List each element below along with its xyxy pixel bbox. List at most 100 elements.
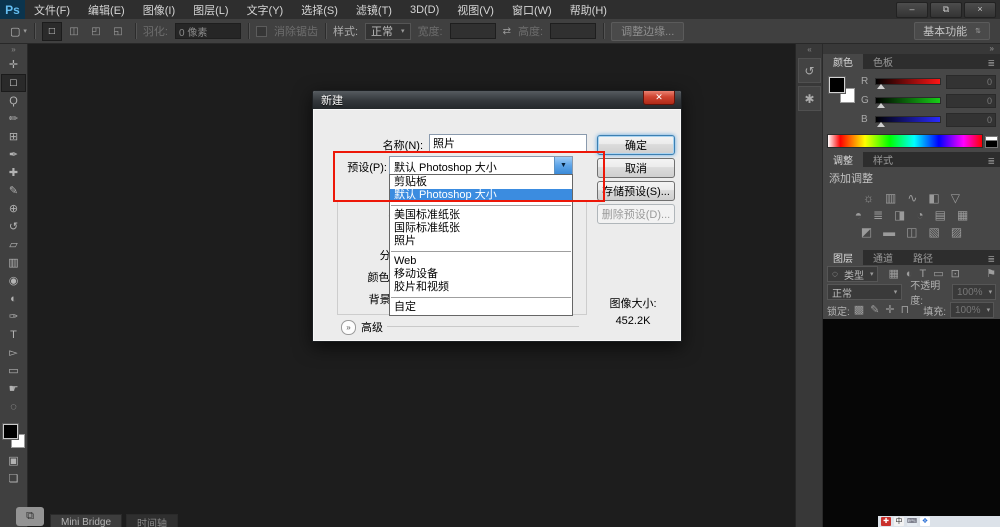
advanced-section-toggle[interactable]: » 高级 [341, 319, 383, 335]
subtract-selection-mode[interactable]: ◰ [86, 22, 106, 41]
dodge-tool[interactable]: ◐ [1, 290, 26, 308]
type-tool[interactable]: T [1, 326, 26, 344]
foreground-color-swatch[interactable] [829, 77, 845, 93]
ok-button[interactable]: 确定 [597, 135, 675, 155]
workspace-switcher[interactable]: 基本功能 ⇅ [914, 22, 990, 40]
clone-stamp-tool[interactable]: ⊕ [1, 200, 26, 218]
adjustment-icon-0-3[interactable]: ◧ [928, 191, 939, 206]
lock-icon-0[interactable]: ▩ [854, 304, 864, 316]
adjustment-icon-0-1[interactable]: ▥ [885, 191, 896, 206]
channel-value[interactable]: 0 [946, 74, 996, 89]
brush-tool[interactable]: ✎ [1, 182, 26, 200]
bottom-tab-时间轴[interactable]: 时间轴 [126, 514, 179, 527]
swap-dimensions-icon[interactable]: ⇄ [503, 26, 511, 37]
restore-button[interactable]: ⧉ [930, 1, 962, 18]
slider-thumb-icon[interactable] [877, 122, 885, 127]
channel-slider[interactable] [875, 78, 941, 89]
quick-selection-tool[interactable]: ✏ [1, 110, 26, 128]
height-input[interactable] [550, 23, 597, 39]
antialias-checkbox[interactable] [255, 25, 267, 37]
adjustment-icon-1-5[interactable]: ▦ [957, 208, 968, 223]
preset-option[interactable]: 移动设备 [390, 268, 572, 281]
preset-option[interactable]: 默认 Photoshop 大小 [390, 189, 572, 202]
ime-red-icon[interactable]: ✚ [881, 517, 891, 526]
panel-menu-icon[interactable]: ≣ [987, 156, 1000, 167]
new-selection-mode[interactable]: □ [41, 21, 62, 41]
color-swatches[interactable] [2, 424, 25, 448]
tab-颜色[interactable]: 颜色 [823, 54, 863, 69]
preset-option[interactable]: 胶片和视频 [390, 281, 572, 294]
black-swatch[interactable] [985, 140, 998, 148]
tab-路径[interactable]: 路径 [903, 250, 943, 265]
tab-色板[interactable]: 色板 [863, 54, 903, 69]
healing-brush-tool[interactable]: ✚ [1, 164, 26, 182]
color-spectrum-ramp[interactable] [827, 134, 983, 148]
adjustment-icon-2-1[interactable]: ▬ [883, 225, 895, 240]
channel-value[interactable]: 0 [946, 93, 996, 108]
spectrum-endcaps[interactable] [985, 136, 998, 148]
history-brush-tool[interactable]: ↺ [1, 218, 26, 236]
feather-input[interactable] [174, 23, 241, 39]
adjustment-icon-0-0[interactable]: ☼ [863, 191, 874, 206]
width-input[interactable] [449, 23, 496, 39]
history-panel-icon[interactable]: ↺ [798, 58, 821, 83]
adjustment-icon-2-0[interactable]: ◩ [861, 225, 872, 240]
filter-toggle-icon[interactable]: ⚑ [986, 268, 996, 280]
tab-调整[interactable]: 调整 [823, 152, 863, 167]
cancel-button[interactable]: 取消 [597, 158, 675, 178]
channel-slider[interactable] [875, 116, 941, 127]
dialog-close-button[interactable]: ✕ [643, 91, 675, 105]
panel-color-swatches[interactable] [829, 77, 855, 103]
gradient-tool[interactable]: ▥ [1, 254, 26, 272]
adjustment-icon-2-4[interactable]: ▨ [951, 225, 962, 240]
adjustment-icon-1-3[interactable]: ◔ [916, 208, 923, 223]
panel-menu-icon[interactable]: ≣ [987, 254, 1000, 265]
menu-item-3[interactable]: 图层(L) [184, 0, 237, 19]
preset-option[interactable]: 照片 [390, 235, 572, 248]
style-dropdown[interactable]: 正常 ▾ [365, 22, 411, 40]
preset-dropdown[interactable]: 默认 Photoshop 大小 ▼ [389, 156, 573, 175]
menu-item-0[interactable]: 文件(F) [25, 0, 79, 19]
menu-item-9[interactable]: 窗口(W) [503, 0, 561, 19]
preset-option[interactable]: 自定 [390, 301, 572, 314]
path-selection-tool[interactable]: ▻ [1, 344, 26, 362]
adjustment-icon-1-2[interactable]: ◨ [894, 208, 905, 223]
chevron-down-icon[interactable]: ▼ [554, 157, 572, 174]
preset-option[interactable]: Web [390, 255, 572, 268]
menu-item-1[interactable]: 编辑(E) [79, 0, 134, 19]
tab-通道[interactable]: 通道 [863, 250, 903, 265]
filter-icon-0[interactable]: ▦ [888, 268, 898, 280]
tray-app-icon[interactable]: ❖ [920, 517, 930, 526]
ime-keyboard-icon[interactable]: ⌨ [907, 517, 917, 526]
menu-item-7[interactable]: 3D(D) [401, 0, 448, 19]
preset-option[interactable]: 美国标准纸张 [390, 209, 572, 222]
properties-panel-icon[interactable]: ✱ [798, 86, 821, 111]
tab-样式[interactable]: 样式 [863, 152, 903, 167]
adjustment-icon-0-2[interactable]: ∿ [907, 191, 917, 206]
menu-item-2[interactable]: 图像(I) [134, 0, 184, 19]
lock-icon-3[interactable]: ⊓ [901, 304, 910, 316]
adjustment-icon-1-4[interactable]: ▤ [935, 208, 946, 223]
panel-menu-icon[interactable]: ≣ [987, 58, 1000, 69]
adjustment-icon-1-1[interactable]: ≣ [873, 208, 883, 223]
blur-tool[interactable]: ◉ [1, 272, 26, 290]
expand-advanced-icon[interactable]: » [341, 319, 356, 335]
blend-mode-dropdown[interactable]: 正常 ▾ [827, 284, 903, 300]
channel-value[interactable]: 0 [946, 112, 996, 127]
hand-tool[interactable]: ☛ [1, 380, 26, 398]
lock-icon-2[interactable]: ✛ [885, 304, 894, 316]
collapse-tools-icon[interactable]: » [0, 44, 27, 56]
menu-item-5[interactable]: 选择(S) [292, 0, 347, 19]
filter-icon-4[interactable]: ⊡ [951, 268, 960, 280]
ime-chinese-icon[interactable]: 中 [894, 517, 904, 526]
adjustment-icon-1-0[interactable]: ◓ [855, 208, 862, 223]
bottom-tab-Mini Bridge[interactable]: Mini Bridge [50, 514, 123, 527]
rectangle-tool[interactable]: ▭ [1, 362, 26, 380]
dialog-title-bar[interactable]: 新建 [313, 91, 681, 109]
pen-tool[interactable]: ✑ [1, 308, 26, 326]
tab-图层[interactable]: 图层 [823, 250, 863, 265]
name-input[interactable] [429, 134, 587, 152]
eyedropper-tool[interactable]: ✒ [1, 146, 26, 164]
menu-item-10[interactable]: 帮助(H) [561, 0, 616, 19]
adjustment-icon-0-4[interactable]: ▽ [951, 191, 960, 206]
